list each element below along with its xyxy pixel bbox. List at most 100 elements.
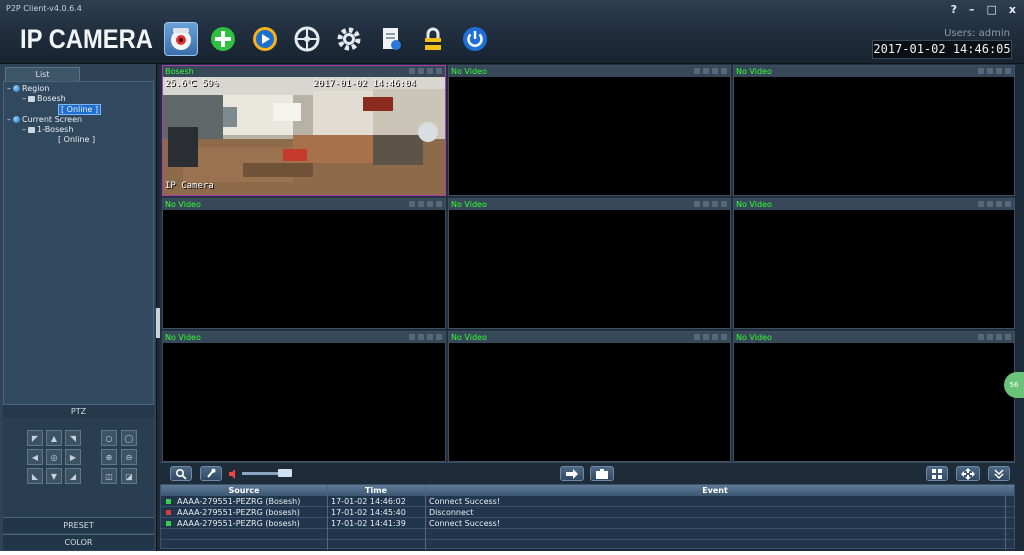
ptz-down-left-button[interactable]: ◣ (27, 468, 43, 484)
video-cell-6[interactable]: No Video (733, 198, 1015, 329)
collapse-icon[interactable]: – (7, 84, 11, 93)
audio-icon[interactable] (418, 334, 424, 340)
video-cell-5[interactable]: No Video (448, 198, 731, 329)
record-icon[interactable] (694, 334, 700, 340)
collapse-icon[interactable]: – (7, 115, 11, 124)
lock-button[interactable] (416, 22, 450, 56)
playback-button[interactable] (248, 22, 282, 56)
speaker-icon[interactable] (228, 468, 240, 480)
video-cell-8[interactable]: No Video (448, 331, 731, 462)
record-icon[interactable] (694, 68, 700, 74)
collapse-icon[interactable]: – (22, 125, 26, 134)
column-source[interactable]: Source (161, 485, 327, 496)
settings-button[interactable] (332, 22, 366, 56)
iris-open-button[interactable]: ◫ (101, 468, 117, 484)
layout-grid-button[interactable] (926, 466, 948, 481)
iris-close-button[interactable]: ◪ (121, 468, 137, 484)
audio-icon[interactable] (703, 334, 709, 340)
close-icon[interactable] (721, 68, 727, 74)
close-icon[interactable] (721, 334, 727, 340)
tree-item-screen-device[interactable]: – 1-Bosesh (22, 125, 73, 134)
event-row[interactable]: AAAA-279551-PEZRG (Bosesh) 17-01-02 14:4… (161, 496, 1014, 507)
video-cell-9[interactable]: No Video (733, 331, 1015, 462)
snapshot-icon[interactable] (427, 334, 433, 340)
snapshot-icon[interactable] (427, 201, 433, 207)
ptz-left-button[interactable]: ◀ (27, 449, 43, 465)
close-icon[interactable] (436, 68, 442, 74)
microphone-button[interactable] (200, 466, 222, 481)
snapshot-icon[interactable] (996, 68, 1002, 74)
audio-icon[interactable] (987, 201, 993, 207)
close-icon[interactable] (1005, 334, 1011, 340)
audio-icon[interactable] (418, 201, 424, 207)
tree-item-device-status[interactable]: [ Online ] (58, 104, 102, 115)
camera-view-button[interactable] (164, 22, 198, 56)
video-cell-1[interactable]: Bosesh 25.6℃ 59% 2017-01-02 14:46:04 IP … (162, 65, 446, 196)
fullscreen-button[interactable] (956, 466, 980, 481)
record-icon[interactable] (978, 68, 984, 74)
ptz-up-button[interactable]: ▲ (46, 430, 62, 446)
video-cell-7[interactable]: No Video (162, 331, 446, 462)
search-button[interactable] (170, 466, 192, 481)
tree-item-current-screen[interactable]: – Current Screen (7, 115, 82, 124)
collapse-log-button[interactable] (988, 466, 1010, 481)
record-icon[interactable] (409, 68, 415, 74)
zoom-out-button[interactable]: ⊖ (121, 449, 137, 465)
ptz-up-right-button[interactable]: ◥ (65, 430, 81, 446)
ptz-right-button[interactable]: ▶ (65, 449, 81, 465)
video-cell-2[interactable]: No Video (448, 65, 731, 196)
forward-button[interactable] (560, 466, 584, 481)
snapshot-icon[interactable] (712, 68, 718, 74)
audio-icon[interactable] (987, 334, 993, 340)
ptz-header[interactable]: PTZ (3, 404, 154, 418)
audio-icon[interactable] (703, 201, 709, 207)
close-icon[interactable] (721, 201, 727, 207)
column-time[interactable]: Time (327, 485, 425, 496)
tab-list[interactable]: List (5, 67, 80, 81)
maximize-button[interactable]: □ (986, 3, 996, 16)
close-icon[interactable] (1005, 68, 1011, 74)
video-cell-4[interactable]: No Video (162, 198, 446, 329)
record-icon[interactable] (409, 334, 415, 340)
power-button[interactable] (458, 22, 492, 56)
tree-item-device[interactable]: – Bosesh (22, 94, 66, 103)
video-cell-3[interactable]: No Video (733, 65, 1015, 196)
zoom-in-button[interactable]: ⊕ (101, 449, 117, 465)
audio-icon[interactable] (987, 68, 993, 74)
close-icon[interactable] (436, 201, 442, 207)
snapshot-icon[interactable] (712, 201, 718, 207)
record-icon[interactable] (409, 201, 415, 207)
tree-item-region[interactable]: – Region (7, 84, 49, 93)
close-icon[interactable] (1005, 201, 1011, 207)
focus-far-button[interactable]: ◯ (121, 430, 137, 446)
minimize-button[interactable]: – (969, 3, 975, 16)
ptz-up-left-button[interactable]: ◤ (27, 430, 43, 446)
snapshot-icon[interactable] (427, 68, 433, 74)
audio-icon[interactable] (418, 68, 424, 74)
ptz-control-button[interactable] (290, 22, 324, 56)
focus-near-button[interactable]: ○ (101, 430, 117, 446)
help-button[interactable]: ? (951, 3, 957, 16)
event-row[interactable]: AAAA-279551-PEZRG (bosesh) 17-01-02 14:4… (161, 518, 1014, 529)
record-icon[interactable] (978, 334, 984, 340)
ptz-center-button[interactable]: ◎ (46, 449, 62, 465)
add-device-button[interactable] (206, 22, 240, 56)
column-event[interactable]: Event (425, 485, 1005, 496)
record-icon[interactable] (978, 201, 984, 207)
snapshot-icon[interactable] (996, 334, 1002, 340)
record-icon[interactable] (694, 201, 700, 207)
snapshot-button[interactable] (590, 466, 614, 481)
event-row[interactable]: AAAA-279551-PEZRG (bosesh) 17-01-02 14:4… (161, 507, 1014, 518)
floating-badge[interactable]: 56 (1004, 372, 1024, 398)
preset-tab[interactable]: PRESET (3, 517, 154, 533)
volume-slider-handle[interactable] (278, 469, 292, 477)
log-button[interactable] (374, 22, 408, 56)
collapse-icon[interactable]: – (22, 94, 26, 103)
close-button[interactable]: x (1009, 3, 1016, 16)
snapshot-icon[interactable] (996, 201, 1002, 207)
color-tab[interactable]: COLOR (3, 534, 154, 550)
audio-icon[interactable] (703, 68, 709, 74)
ptz-down-right-button[interactable]: ◢ (65, 468, 81, 484)
tree-item-screen-device-status[interactable]: [ Online ] (58, 135, 95, 144)
ptz-down-button[interactable]: ▼ (46, 468, 62, 484)
